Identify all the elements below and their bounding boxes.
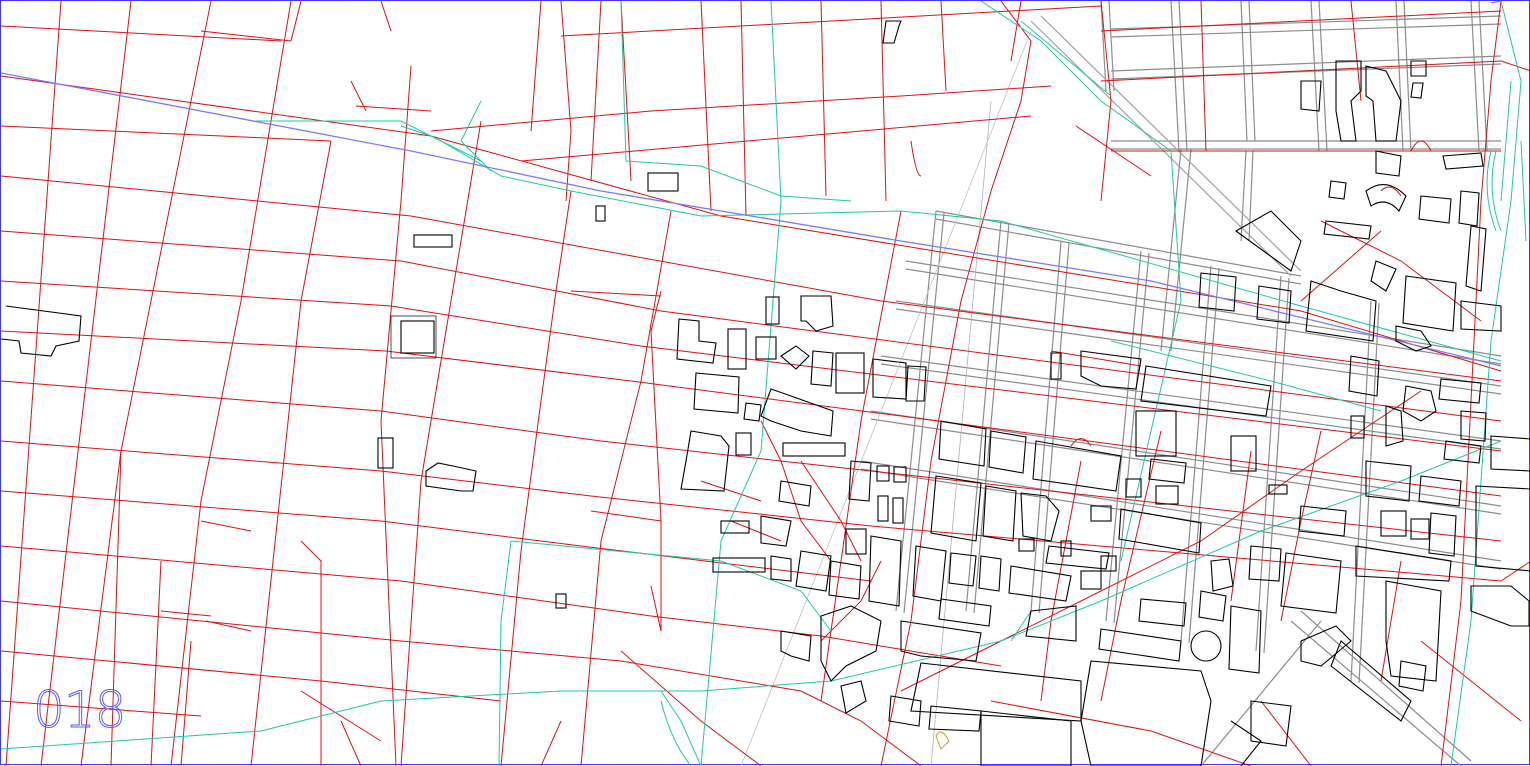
rail-line [1,1,1502,367]
map-frame: 018 [0,0,1530,766]
sheet-number-label: 018 [32,681,126,740]
street-map-canvas[interactable] [1,1,1530,766]
transit-lines [1,1,1527,766]
minor-feature [935,731,950,750]
